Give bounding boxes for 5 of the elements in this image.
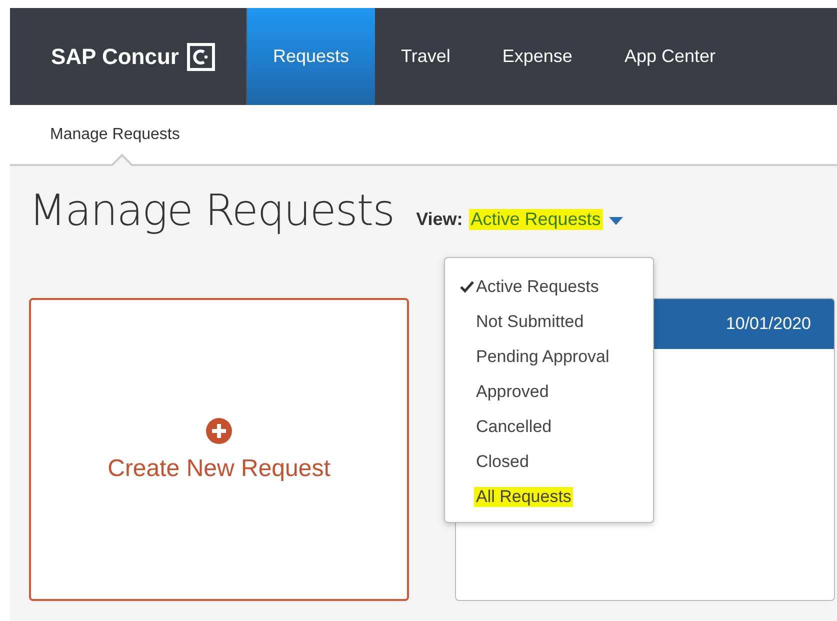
page-title: Manage Requests (29, 186, 394, 236)
create-request-label: Create New Request (108, 454, 330, 482)
view-label: View: (416, 209, 463, 230)
request-date: 10/01/2020 (726, 314, 811, 334)
brand-name: SAP Concur (51, 44, 179, 70)
